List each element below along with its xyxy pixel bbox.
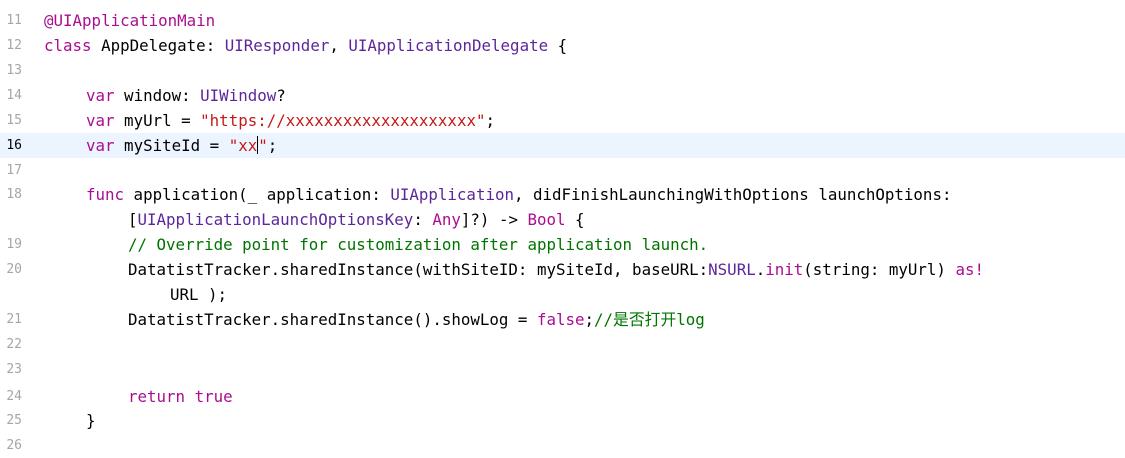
keyword-token: false <box>536 310 585 329</box>
current-code-line[interactable]: 16 var mySiteId = "xx"; <box>0 133 1125 158</box>
keyword-token: Any <box>432 210 461 229</box>
plain-token: DatatistTracker.sharedInstance(withSiteI… <box>128 260 709 279</box>
keyword-token: func <box>86 185 125 204</box>
type-token: Bool <box>527 210 566 229</box>
line-number: 14 <box>6 88 22 103</box>
comment-token: //是否打开log <box>594 310 705 329</box>
type-token: UIApplicationLaunchOptionsKey <box>137 210 414 229</box>
code-text: class AppDelegate: UIResponder, UIApplic… <box>44 33 567 58</box>
code-text: [UIApplicationLaunchOptionsKey: Any]?) -… <box>128 207 585 232</box>
plain-token: URL ); <box>170 285 228 304</box>
plain-token: . <box>755 260 766 279</box>
plain-token: ; <box>267 136 278 155</box>
line-number: 21 <box>6 312 22 327</box>
code-text: var myUrl = "https://xxxxxxxxxxxxxxxxxxx… <box>86 108 495 133</box>
code-text: return true <box>128 384 233 409</box>
code-line[interactable]: 12 class AppDelegate: UIResponder, UIApp… <box>0 33 1125 58</box>
code-line[interactable]: 26 <box>0 433 1125 458</box>
code-editor[interactable]: 11 @UIApplicationMain 12 class AppDelega… <box>0 0 1125 453</box>
code-line[interactable]: 17 <box>0 158 1125 183</box>
plain-token: ]?) -> <box>460 210 528 229</box>
code-text: func application(_ application: UIApplic… <box>86 182 951 207</box>
code-line[interactable]: 13 <box>0 58 1125 83</box>
code-line[interactable]: 11 @UIApplicationMain <box>0 8 1125 33</box>
keyword-token: true <box>194 387 233 406</box>
code-text: // Override point for customization afte… <box>128 232 708 257</box>
plain-token: : <box>413 210 433 229</box>
keyword-token: return <box>128 387 186 406</box>
keyword-token: class <box>44 36 92 55</box>
plain-token: { <box>565 210 585 229</box>
code-text: var mySiteId = "xx"; <box>86 133 277 158</box>
code-line[interactable]: 15 var myUrl = "https://xxxxxxxxxxxxxxxx… <box>0 108 1125 133</box>
line-number: 18 <box>6 187 22 202</box>
code-line[interactable]: 21 DatatistTracker.sharedInstance().show… <box>0 307 1125 332</box>
plain-token: } <box>86 411 96 430</box>
line-number: 11 <box>6 13 22 28</box>
attribute-token: @UIApplicationMain <box>44 11 216 30</box>
plain-token: window: <box>114 86 201 105</box>
plain-token: application(_ application: <box>124 185 391 204</box>
line-number: 25 <box>6 413 22 428</box>
code-text: DatatistTracker.sharedInstance().showLog… <box>128 307 705 332</box>
comment-token: // Override point for customization afte… <box>128 235 709 254</box>
code-line[interactable]: 22 <box>0 332 1125 357</box>
code-text: var window: UIWindow? <box>86 83 286 108</box>
string-token: "xx <box>228 136 258 155</box>
line-number: 24 <box>6 389 22 404</box>
line-number: 12 <box>6 38 22 53</box>
plain-token: ? <box>276 86 286 105</box>
keyword-token: as! <box>955 260 984 279</box>
code-line[interactable]: 20 DatatistTracker.sharedInstance(withSi… <box>0 257 1125 282</box>
plain-token: , didFinishLaunchingWithOptions launchOp… <box>513 185 952 204</box>
line-number: 13 <box>6 63 22 78</box>
code-text: } <box>86 408 96 433</box>
code-line[interactable]: 25 } <box>0 408 1125 433</box>
keyword-token: var <box>86 111 115 130</box>
keyword-token: var <box>86 86 115 105</box>
plain-token: (string: myUrl) <box>803 260 956 279</box>
plain-token: [ <box>128 210 138 229</box>
code-text: URL ); <box>170 282 227 307</box>
type-token: UIWindow <box>200 86 277 105</box>
line-number: 19 <box>6 237 22 252</box>
plain-token: mySiteId = <box>114 136 229 155</box>
plain-token: ; <box>485 111 495 130</box>
code-line-wrap[interactable]: [UIApplicationLaunchOptionsKey: Any]?) -… <box>0 207 1125 232</box>
line-number: 20 <box>6 262 22 277</box>
line-number: 22 <box>6 337 22 352</box>
keyword-token: init <box>765 260 804 279</box>
plain-token: , <box>329 36 349 55</box>
code-line[interactable]: 14 var window: UIWindow? <box>0 83 1125 108</box>
code-line[interactable]: 24 return true <box>0 384 1125 409</box>
code-line[interactable]: 23 <box>0 357 1125 382</box>
code-line[interactable]: 19 // Override point for customization a… <box>0 232 1125 257</box>
code-line-wrap[interactable]: URL ); <box>0 282 1125 307</box>
line-number: 17 <box>6 163 22 178</box>
plain-token: ; <box>584 310 595 329</box>
current-line-number: 16 <box>6 138 22 153</box>
code-line[interactable]: 18 func application(_ application: UIApp… <box>0 182 1125 207</box>
plain-token: { <box>548 36 568 55</box>
type-token: UIApplication <box>390 185 514 204</box>
type-token: UIResponder <box>224 36 330 55</box>
line-number: 23 <box>6 362 22 377</box>
type-token: NSURL <box>708 260 756 279</box>
type-token: UIApplicationDelegate <box>348 36 549 55</box>
plain-token: AppDelegate: <box>91 36 225 55</box>
keyword-token: var <box>86 136 115 155</box>
string-token: " <box>258 136 268 155</box>
string-token: "https://xxxxxxxxxxxxxxxxxxxx" <box>200 111 486 130</box>
plain-token: DatatistTracker.sharedInstance().showLog… <box>128 310 537 329</box>
plain-token: myUrl = <box>114 111 201 130</box>
line-number: 15 <box>6 113 22 128</box>
code-text: DatatistTracker.sharedInstance(withSiteI… <box>128 257 984 282</box>
line-number: 26 <box>6 438 22 453</box>
code-text: @UIApplicationMain <box>44 8 215 33</box>
